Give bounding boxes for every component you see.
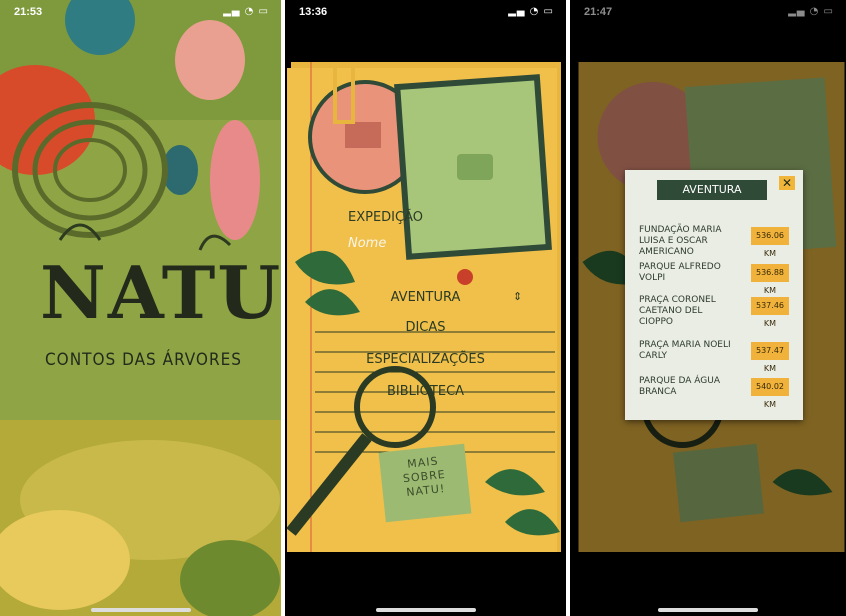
status-time: 21:53 xyxy=(14,6,43,18)
name-field[interactable]: Nome xyxy=(348,236,386,251)
expedicao-label: EXPEDIÇÃO xyxy=(348,210,423,225)
home-indicator[interactable] xyxy=(375,608,476,612)
menu-especializacoes[interactable]: ESPECIALIZAÇÕES xyxy=(285,352,566,367)
adventure-popup: AVENTURA ✕ FUNDAÇÃO MARIA LUISA E OSCAR … xyxy=(625,170,803,420)
place-item[interactable]: PARQUE ALFREDO VOLPI 536.88 KM xyxy=(639,262,789,295)
close-icon[interactable]: ✕ xyxy=(779,176,795,190)
popup-title: AVENTURA xyxy=(657,180,767,200)
menu-biblioteca[interactable]: BIBLIOTECA xyxy=(285,384,566,399)
splash-screen: 21:53 ▂▄ ◔ ▭ NATU CONTOS DAS ÁRVORES xyxy=(0,0,281,616)
status-time: 13:36 xyxy=(299,6,328,18)
menu-aventura[interactable]: AVENTURA xyxy=(285,290,566,305)
menu-screen: 13:36 ▂▄ ◔ ▭ EXPEDIÇÃO Nome AVENTURA ⇕ D… xyxy=(285,0,566,616)
app-logo-subtitle: CONTOS DAS ÁRVORES xyxy=(45,350,242,370)
status-bar: 21:53 ▂▄ ◔ ▭ xyxy=(0,0,281,24)
updown-arrows-icon[interactable]: ⇕ xyxy=(513,290,522,303)
signal-wifi-battery-icon: ▂▄ ◔ ▭ xyxy=(508,6,554,17)
signal-wifi-battery-icon: ▂▄ ◔ ▭ xyxy=(223,6,269,17)
adventure-popup-screen: 21:47 ▂▄ ◔ ▭ AVENTURA ✕ FUNDAÇÃO MARIA L… xyxy=(570,0,846,616)
place-item[interactable]: PRAÇA MARIA NOELI CARLY 537.47 KM xyxy=(639,340,789,373)
app-logo-title: NATU xyxy=(40,250,281,335)
status-bar: 13:36 ▂▄ ◔ ▭ xyxy=(285,0,566,24)
menu-dicas[interactable]: DICAS xyxy=(285,320,566,335)
about-natu-button[interactable]: MAIS SOBRE NATU! xyxy=(378,443,472,523)
home-indicator[interactable] xyxy=(90,608,191,612)
place-item[interactable]: PRAÇA CORONEL CAETANO DEL CIOPPO 537.46 … xyxy=(639,295,789,328)
place-item[interactable]: FUNDAÇÃO MARIA LUISA E OSCAR AMERICANO 5… xyxy=(639,225,789,258)
home-indicator[interactable] xyxy=(658,608,758,612)
place-item[interactable]: PARQUE DA ÁGUA BRANCA 540.02 KM xyxy=(639,376,789,409)
